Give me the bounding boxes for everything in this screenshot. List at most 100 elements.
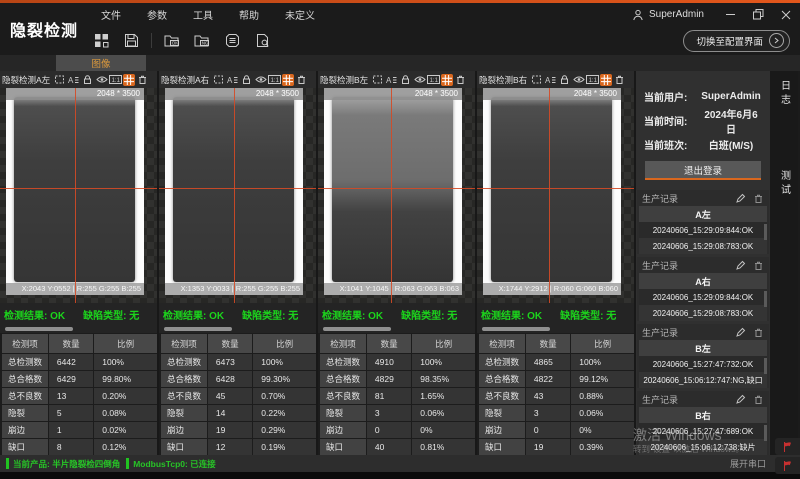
v-scrollbar[interactable] bbox=[764, 291, 767, 307]
grid-icon[interactable] bbox=[282, 74, 294, 86]
maximize-button[interactable] bbox=[744, 4, 772, 26]
trash-icon[interactable] bbox=[753, 394, 764, 405]
close-button[interactable] bbox=[772, 4, 800, 26]
v-scrollbar[interactable] bbox=[764, 358, 767, 374]
lock-icon[interactable] bbox=[81, 73, 94, 86]
row-ratio: 0.02% bbox=[94, 422, 157, 438]
edit-icon[interactable] bbox=[735, 394, 746, 405]
delete-image-icon[interactable] bbox=[613, 73, 626, 86]
tab-image[interactable]: 图像 bbox=[56, 55, 146, 71]
record-entry[interactable]: 20240606_15:06:12:747:NG,缺口 bbox=[639, 372, 767, 388]
lock-icon[interactable] bbox=[240, 73, 253, 86]
row-count: 3 bbox=[367, 405, 411, 421]
menu-undefined[interactable]: 未定义 bbox=[272, 7, 328, 22]
image-viewport[interactable]: 2048 * 3500 X:1041 Y:1045 | R:063 G:063 … bbox=[318, 88, 475, 303]
record-entry[interactable]: 20240606_15:29:09:844:OK bbox=[639, 289, 767, 305]
logout-button[interactable]: 退出登录 bbox=[645, 161, 761, 180]
expand-label[interactable]: 展开串口 bbox=[730, 457, 766, 470]
h-scrollbar[interactable] bbox=[0, 325, 157, 333]
edit-icon[interactable] bbox=[735, 193, 746, 204]
record-entry[interactable]: 20240606_15:27:47:689:OK bbox=[639, 423, 767, 439]
layers-icon[interactable] bbox=[219, 30, 245, 52]
switch-to-config-button[interactable]: 切换至配置界面 bbox=[683, 30, 790, 52]
one-to-one-icon[interactable]: 1:1 bbox=[109, 73, 122, 86]
one-to-one-icon[interactable]: 1:1 bbox=[427, 73, 440, 86]
record-entry[interactable]: 20240606_15:29:08:783:OK bbox=[639, 238, 767, 254]
grid-icon[interactable] bbox=[123, 74, 135, 86]
row-ratio: 0.08% bbox=[94, 405, 157, 421]
minimize-button[interactable] bbox=[716, 4, 744, 26]
h-scrollbar[interactable] bbox=[159, 325, 316, 333]
delete-image-icon[interactable] bbox=[136, 73, 149, 86]
fit-text-icon[interactable]: A bbox=[385, 73, 398, 86]
fit-text-icon[interactable]: A bbox=[67, 73, 80, 86]
grid-icon[interactable] bbox=[441, 74, 453, 86]
fit-text-icon[interactable]: A bbox=[226, 73, 239, 86]
h-scrollbar[interactable] bbox=[477, 325, 634, 333]
eye-icon[interactable] bbox=[95, 73, 108, 86]
find-doc-icon[interactable] bbox=[249, 30, 275, 52]
roi-icon[interactable] bbox=[530, 73, 543, 86]
image-viewport[interactable]: 2048 * 3500 X:2043 Y:0552 | R:255 G:255 … bbox=[0, 88, 157, 303]
one-to-one-icon[interactable]: 1:1 bbox=[586, 73, 599, 86]
fit-text-icon[interactable]: A bbox=[544, 73, 557, 86]
scroll-thumb[interactable] bbox=[5, 327, 73, 331]
h-scrollbar[interactable] bbox=[318, 325, 475, 333]
trash-icon[interactable] bbox=[753, 193, 764, 204]
toolbar-divider bbox=[151, 33, 152, 48]
record-entry[interactable]: 20240606_15:06:12:738:缺片 bbox=[639, 439, 767, 455]
v-scrollbar[interactable] bbox=[764, 224, 767, 240]
tab-test[interactable]: 测试 bbox=[777, 170, 792, 198]
flag-icon[interactable] bbox=[775, 457, 800, 474]
row-count: 43 bbox=[526, 388, 570, 404]
edit-icon[interactable] bbox=[735, 260, 746, 271]
pixel-info-label: X:1041 Y:1045 | R:063 G:063 B:063 bbox=[324, 283, 462, 295]
trash-icon[interactable] bbox=[753, 327, 764, 338]
folder-ok-icon[interactable]: OK bbox=[159, 30, 185, 52]
status-indicator bbox=[6, 458, 9, 469]
user-chip[interactable]: SuperAdmin bbox=[632, 9, 704, 21]
col-header: 数量 bbox=[367, 334, 411, 353]
roi-icon[interactable] bbox=[371, 73, 384, 86]
save-icon[interactable] bbox=[118, 30, 144, 52]
row-ratio: 98.35% bbox=[412, 371, 475, 387]
delete-image-icon[interactable] bbox=[295, 73, 308, 86]
svg-text:A: A bbox=[227, 76, 233, 85]
eye-icon[interactable] bbox=[572, 73, 585, 86]
eye-icon[interactable] bbox=[254, 73, 267, 86]
tiles-icon[interactable] bbox=[88, 30, 114, 52]
menu-tools[interactable]: 工具 bbox=[180, 7, 226, 22]
roi-icon[interactable] bbox=[53, 73, 66, 86]
row-ratio: 0% bbox=[412, 422, 475, 438]
scroll-thumb[interactable] bbox=[164, 327, 232, 331]
menu-params[interactable]: 参数 bbox=[134, 7, 180, 22]
menu-file[interactable]: 文件 bbox=[88, 7, 134, 22]
v-scrollbar[interactable] bbox=[764, 425, 767, 441]
panel-toolbar: 隐裂检测B右 A 1:1 bbox=[477, 71, 634, 88]
image-viewport[interactable]: 2048 * 3500 X:1744 Y:2912 | R:060 G:060 … bbox=[477, 88, 634, 303]
tab-log[interactable]: 日志 bbox=[777, 80, 792, 108]
grid-icon[interactable] bbox=[600, 74, 612, 86]
scroll-thumb[interactable] bbox=[482, 327, 550, 331]
menu-help[interactable]: 帮助 bbox=[226, 7, 272, 22]
lock-icon[interactable] bbox=[558, 73, 571, 86]
image-viewport[interactable]: 2048 * 3500 X:1353 Y:0033 | R:255 G:255 … bbox=[159, 88, 316, 303]
delete-image-icon[interactable] bbox=[454, 73, 467, 86]
row-label: 崩边 bbox=[2, 422, 48, 438]
record-entry[interactable]: 20240606_15:27:47:732:OK bbox=[639, 356, 767, 372]
flag-icon[interactable] bbox=[775, 438, 800, 455]
lock-icon[interactable] bbox=[399, 73, 412, 86]
edit-icon[interactable] bbox=[735, 327, 746, 338]
row-label: 总不良数 bbox=[320, 388, 366, 404]
scroll-thumb[interactable] bbox=[323, 327, 391, 331]
record-entry[interactable]: 20240606_15:29:09:844:OK bbox=[639, 222, 767, 238]
row-label: 缺口 bbox=[479, 439, 525, 455]
col-header: 比例 bbox=[571, 334, 634, 353]
eye-icon[interactable] bbox=[413, 73, 426, 86]
roi-icon[interactable] bbox=[212, 73, 225, 86]
trash-icon[interactable] bbox=[753, 260, 764, 271]
row-label: 总不良数 bbox=[2, 388, 48, 404]
one-to-one-icon[interactable]: 1:1 bbox=[268, 73, 281, 86]
folder-ng-icon[interactable]: NG bbox=[189, 30, 215, 52]
record-entry[interactable]: 20240606_15:29:08:783:OK bbox=[639, 305, 767, 321]
